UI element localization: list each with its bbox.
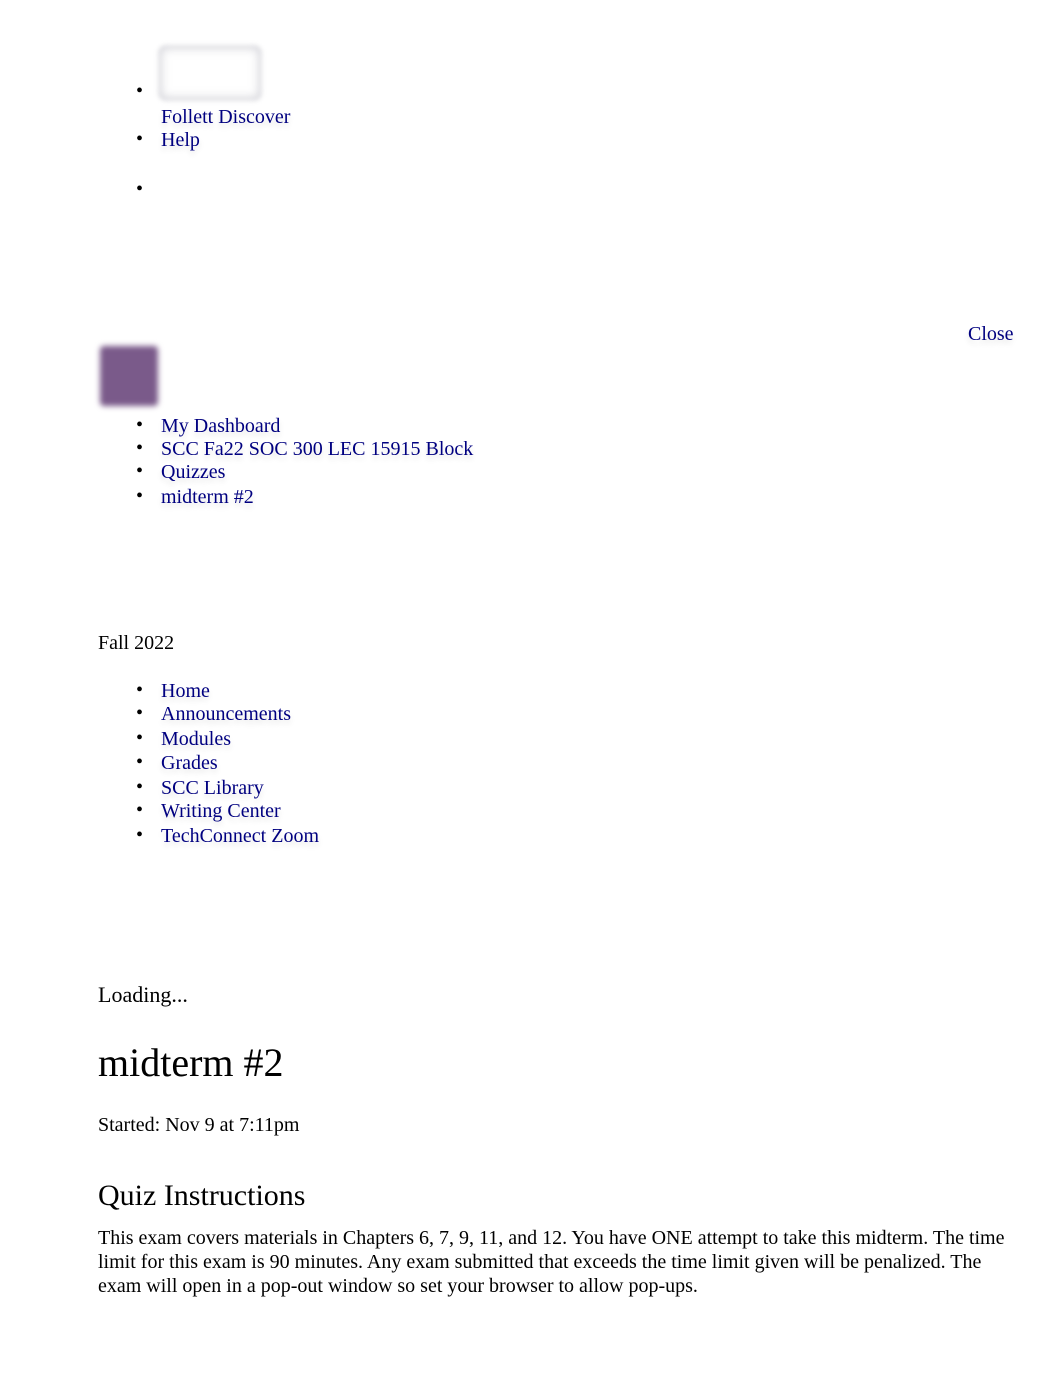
term-label: Fall 2022 [98,632,175,654]
bullet: • [136,679,144,701]
nav-grades[interactable]: Grades [161,753,218,773]
nav-scc-library[interactable]: SCC Library [161,778,264,798]
bullet: • [136,702,144,724]
help-link[interactable]: Help [161,130,200,150]
nav-techconnect-zoom[interactable]: TechConnect Zoom [161,826,319,846]
nav-home[interactable]: Home [161,681,210,701]
logo-image[interactable] [158,45,262,101]
close-button[interactable]: Close [968,324,1014,344]
bullet: • [136,80,144,102]
nav-writing-center[interactable]: Writing Center [161,801,281,821]
nav-modules[interactable]: Modules [161,729,231,749]
breadcrumb-course[interactable]: SCC Fa22 SOC 300 LEC 15915 Block [161,439,473,459]
bullet: • [136,485,144,507]
breadcrumb-midterm[interactable]: midterm #2 [161,487,254,507]
nav-announcements[interactable]: Announcements [161,704,291,724]
follett-discover-link[interactable]: Follett Discover [161,107,290,127]
bullet: • [136,414,144,436]
bullet: • [136,128,144,150]
avatar[interactable] [100,346,158,406]
bullet: • [136,727,144,749]
breadcrumb-dashboard[interactable]: My Dashboard [161,416,280,436]
bullet: • [136,824,144,846]
bullet: • [136,799,144,821]
loading-text: Loading... [98,982,188,1007]
quiz-started: Started: Nov 9 at 7:11pm [98,1114,300,1136]
quiz-instructions: This exam covers materials in Chapters 6… [98,1227,1005,1297]
quiz-title: midterm #2 [98,1040,284,1085]
bullet: • [136,751,144,773]
bullet: • [136,776,144,798]
breadcrumb-quizzes[interactable]: Quizzes [161,462,225,482]
bullet: • [136,437,144,459]
bullet: • [136,460,144,482]
quiz-instructions-heading: Quiz Instructions [98,1179,306,1212]
bullet: • [136,178,144,200]
